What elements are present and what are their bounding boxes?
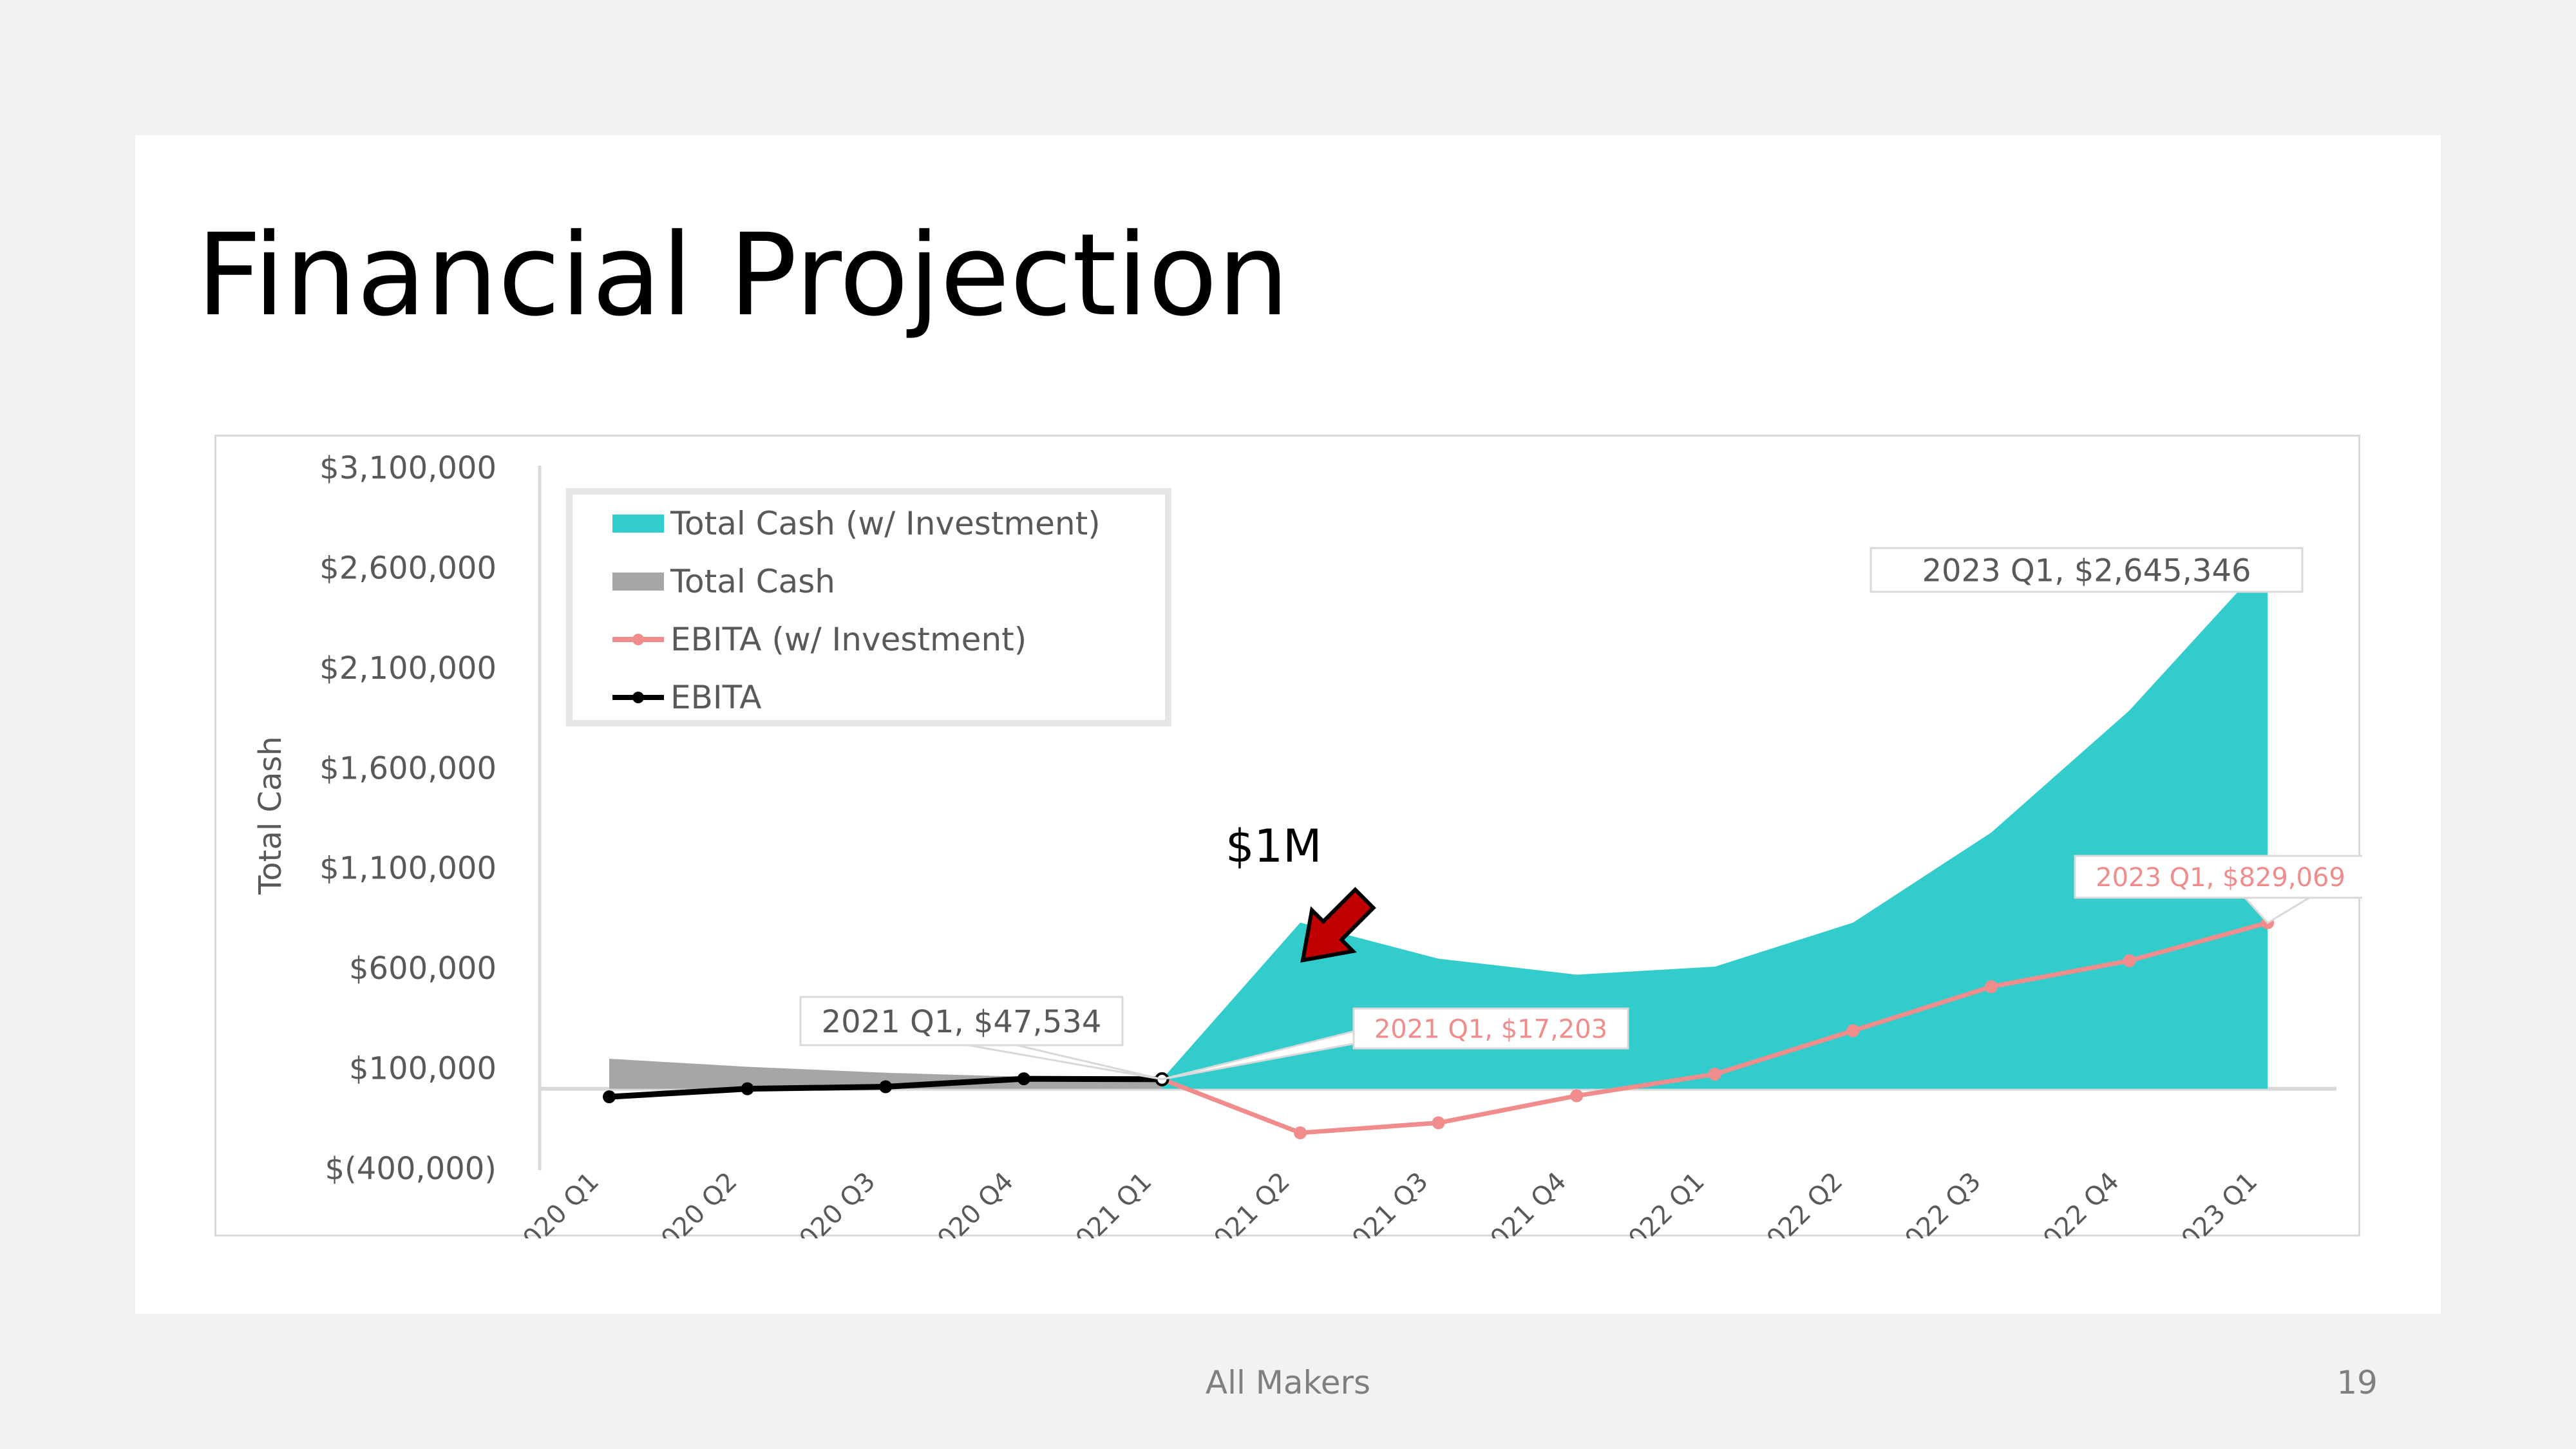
legend-label: Total Cash (w/ Investment) bbox=[670, 505, 1101, 542]
callout-label: 2023 Q1, $2,645,346 bbox=[1922, 553, 2251, 589]
y-tick-label: $(400,000) bbox=[325, 1151, 497, 1187]
y-tick-label: $1,600,000 bbox=[319, 750, 497, 786]
y-tick-label: $600,000 bbox=[349, 951, 497, 987]
legend-swatch bbox=[612, 573, 664, 591]
investment-label: $1M bbox=[1226, 820, 1321, 873]
legend-label: Total Cash bbox=[670, 563, 835, 600]
y-tick-label: $1,100,000 bbox=[319, 851, 497, 887]
footer-text: All Makers bbox=[1205, 1364, 1371, 1401]
x-tick-label: 2022 Q3 bbox=[1888, 1167, 1987, 1238]
x-tick-label: 2021 Q2 bbox=[1197, 1167, 1296, 1238]
callout-label: 2023 Q1, $829,069 bbox=[2096, 863, 2345, 893]
legend-marker bbox=[632, 634, 644, 645]
ebita-investment-point bbox=[1432, 1116, 1445, 1130]
slide-title: Financial Projection bbox=[196, 209, 1289, 341]
y-tick-label: $2,100,000 bbox=[319, 650, 497, 687]
x-tick-label: 2023 Q1 bbox=[2164, 1167, 2264, 1238]
x-tick-label: 2020 Q3 bbox=[782, 1167, 882, 1238]
ebita-point bbox=[879, 1080, 893, 1094]
y-tick-label: $100,000 bbox=[349, 1051, 497, 1087]
legend-marker bbox=[632, 692, 644, 703]
ebita-point bbox=[1017, 1072, 1030, 1086]
ebita-investment-point bbox=[1846, 1024, 1860, 1037]
x-tick-label: 2020 Q2 bbox=[644, 1167, 743, 1238]
x-tick-label: 2021 Q3 bbox=[1335, 1167, 1434, 1238]
ebita-investment-point bbox=[1985, 980, 1998, 994]
ebita-investment-point bbox=[1708, 1067, 1721, 1081]
x-tick-label: 2021 Q4 bbox=[1473, 1167, 1573, 1238]
legend-label: EBITA (w/ Investment) bbox=[670, 621, 1027, 658]
ebita-point bbox=[741, 1082, 754, 1095]
x-tick-label: 2021 Q1 bbox=[1059, 1167, 1158, 1238]
chart-frame: $(400,000) $100,000 $600,000 $1,100,000 $1,6… bbox=[214, 435, 2362, 1238]
x-tick-label: 2022 Q4 bbox=[2026, 1167, 2125, 1238]
financial-chart: $(400,000) $100,000 $600,000 $1,100,000 $1,6… bbox=[252, 450, 2362, 1238]
ebita-investment-point bbox=[1294, 1126, 1307, 1140]
y-tick-label: $2,600,000 bbox=[319, 550, 497, 586]
ebita-investment-point bbox=[2123, 954, 2136, 967]
callout-label: 2021 Q1, $47,534 bbox=[822, 1004, 1102, 1040]
y-tick-label: $3,100,000 bbox=[319, 450, 497, 486]
legend-label: EBITA bbox=[670, 679, 762, 716]
x-tick-label: 2022 Q2 bbox=[1750, 1167, 1849, 1238]
x-tick-label: 2020 Q4 bbox=[920, 1167, 1019, 1238]
ebita-investment-point bbox=[1570, 1089, 1584, 1103]
callout-pointer bbox=[956, 1042, 1162, 1081]
x-tick-label: 2022 Q1 bbox=[1611, 1167, 1710, 1238]
legend-swatch bbox=[612, 515, 664, 533]
x-tick-label: 2020 Q1 bbox=[506, 1167, 605, 1238]
page-number: 19 bbox=[2336, 1364, 2378, 1401]
slide: Financial Projection $(400,000) $100,000 $… bbox=[135, 135, 2441, 1314]
ebita-point bbox=[603, 1090, 616, 1104]
total-cash-investment-area bbox=[1162, 559, 2268, 1089]
y-axis-title: Total Cash bbox=[252, 736, 289, 895]
callout-label: 2021 Q1, $17,203 bbox=[1374, 1014, 1607, 1044]
legend: Total Cash (w/ Investment) Total Cash EBIT… bbox=[566, 488, 1171, 726]
